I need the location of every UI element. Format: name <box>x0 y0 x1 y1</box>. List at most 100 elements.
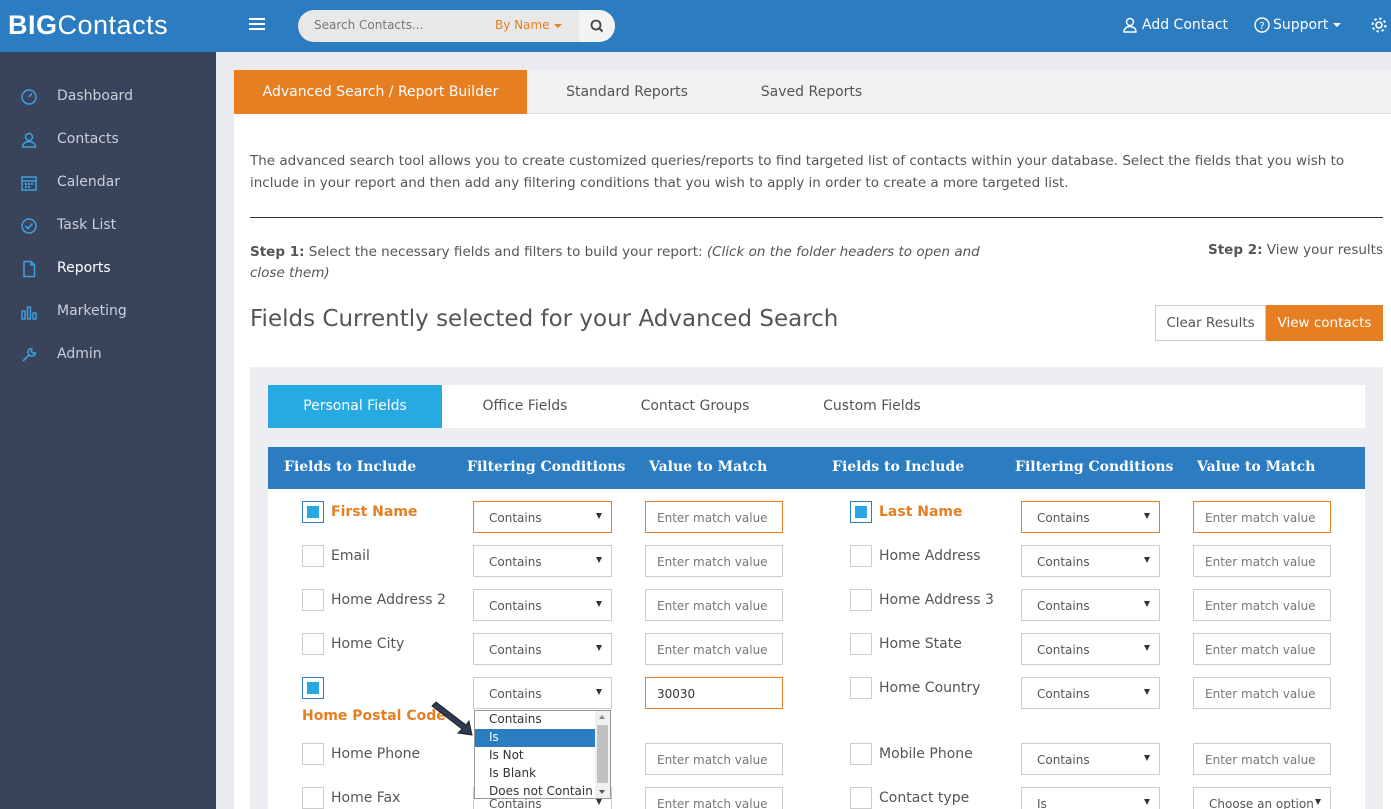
scroll-thumb[interactable] <box>597 725 608 783</box>
add-contact-link[interactable]: Add Contact <box>1123 17 1228 33</box>
sidebar-item-reports[interactable]: Reports <box>0 249 216 289</box>
condition-select[interactable]: Contains <box>1021 633 1160 665</box>
view-contacts-button[interactable]: View contacts <box>1266 305 1383 341</box>
calendar-icon <box>21 176 37 191</box>
sidebar-item-calendar[interactable]: Calendar <box>0 163 216 203</box>
dropdown-option[interactable]: Is Not <box>475 747 597 765</box>
check-circle-icon <box>21 218 37 234</box>
column-header: Fields to Include <box>832 459 965 475</box>
condition-select[interactable]: Contains <box>473 677 612 709</box>
clear-results-button[interactable]: Clear Results <box>1155 305 1266 341</box>
checkbox-email[interactable] <box>302 545 324 567</box>
sidebar-item-admin[interactable]: Admin <box>0 335 216 375</box>
column-header: Value to Match <box>649 459 768 475</box>
dropdown-arrow-icon <box>1144 557 1150 563</box>
match-value-input[interactable]: Enter match value <box>645 545 783 577</box>
match-value-input[interactable]: Enter match value <box>1193 545 1331 577</box>
sidebar-item-dashboard[interactable]: Dashboard <box>0 77 216 117</box>
dropdown-arrow-icon <box>1315 799 1321 805</box>
checkbox-home-city[interactable] <box>302 633 324 655</box>
match-value-input[interactable]: Enter match value <box>1193 633 1331 665</box>
dropdown-arrow-icon <box>596 557 602 563</box>
tab-office-fields[interactable]: Office Fields <box>462 385 588 428</box>
match-value-input[interactable]: Enter match value <box>1193 677 1331 709</box>
checkbox-home-phone[interactable] <box>302 743 324 765</box>
column-header: Fields to Include <box>284 459 417 475</box>
user-plus-icon <box>1123 17 1137 33</box>
tab-saved-reports[interactable]: Saved Reports <box>728 70 895 114</box>
condition-dropdown-list: Contains Is Is Not Is Blank Does not Con… <box>474 710 611 799</box>
search-input[interactable]: Search Contacts... <box>314 18 423 32</box>
match-value-input[interactable]: Enter match value <box>645 501 783 533</box>
bar-chart-icon <box>21 306 37 320</box>
field-label: Home City <box>331 636 405 652</box>
tab-advanced-search[interactable]: Advanced Search / Report Builder <box>234 70 527 114</box>
checkbox-last-name[interactable] <box>850 501 872 523</box>
match-value-input[interactable]: Enter match value <box>645 743 783 775</box>
value-select[interactable]: Choose an option <box>1193 787 1331 809</box>
field-label: Last Name <box>879 504 963 520</box>
condition-select[interactable]: Contains <box>1021 589 1160 621</box>
dropdown-arrow-icon <box>596 645 602 651</box>
sidebar-item-marketing[interactable]: Marketing <box>0 292 216 332</box>
search-button[interactable] <box>579 10 615 42</box>
svg-text:?: ? <box>1259 21 1264 32</box>
field-label: Home Phone <box>331 746 421 762</box>
checkbox-home-postal-code[interactable] <box>302 677 324 699</box>
match-value-input[interactable]: Enter match value <box>1193 743 1331 775</box>
scroll-down-arrow-icon[interactable] <box>599 790 605 794</box>
dropdown-arrow-icon <box>596 513 602 519</box>
condition-select[interactable]: Contains <box>473 501 612 533</box>
divider <box>250 217 1383 218</box>
scroll-up-arrow-icon[interactable] <box>599 715 605 719</box>
search-box: Search Contacts... By Name <box>298 10 615 42</box>
match-value-input[interactable]: 30030 <box>645 677 783 709</box>
dropdown-option[interactable]: Does not Contain <box>475 783 597 801</box>
dropdown-scrollbar[interactable] <box>595 711 610 798</box>
condition-select[interactable]: Contains <box>1021 501 1160 533</box>
sidebar-item-contacts[interactable]: Contacts <box>0 120 216 160</box>
match-value-input[interactable]: Enter match value <box>645 633 783 665</box>
match-value-input[interactable]: Enter match value <box>645 589 783 621</box>
tab-personal-fields[interactable]: Personal Fields <box>268 385 442 428</box>
checkbox-mobile-phone[interactable] <box>850 743 872 765</box>
checkbox-first-name[interactable] <box>302 501 324 523</box>
tab-contact-groups[interactable]: Contact Groups <box>626 385 764 428</box>
sidebar-item-task-list[interactable]: Task List <box>0 206 216 246</box>
field-label: First Name <box>331 504 418 520</box>
checkbox-home-state[interactable] <box>850 633 872 655</box>
dropdown-option[interactable]: Contains <box>475 711 597 729</box>
checkbox-home-address-3[interactable] <box>850 589 872 611</box>
condition-select[interactable]: Is <box>1021 787 1160 809</box>
match-value-input[interactable]: Enter match value <box>645 787 783 809</box>
condition-select[interactable]: Contains <box>1021 677 1160 709</box>
checkbox-home-country[interactable] <box>850 677 872 699</box>
field-label: Home Fax <box>331 790 401 806</box>
settings-gear-icon[interactable] <box>1370 16 1388 38</box>
checkbox-home-address-2[interactable] <box>302 589 324 611</box>
support-menu[interactable]: ? Support <box>1254 17 1342 33</box>
search-by-dropdown[interactable]: By Name <box>495 18 562 32</box>
checkbox-home-address[interactable] <box>850 545 872 567</box>
field-label: Home Postal Code <box>302 708 446 724</box>
condition-select[interactable]: Contains <box>473 633 612 665</box>
condition-select[interactable]: Contains <box>1021 545 1160 577</box>
dropdown-option[interactable]: Is Blank <box>475 765 597 783</box>
tab-custom-fields[interactable]: Custom Fields <box>808 385 936 428</box>
match-value-input[interactable]: Enter match value <box>1193 589 1331 621</box>
top-bar: BIGContacts Search Contacts... By Name A… <box>0 0 1391 52</box>
tab-standard-reports[interactable]: Standard Reports <box>542 70 712 114</box>
dropdown-option-highlighted[interactable]: Is <box>475 729 597 747</box>
match-value-input[interactable]: Enter match value <box>1193 501 1331 533</box>
condition-select[interactable]: Contains <box>1021 743 1160 775</box>
condition-select[interactable]: Contains <box>473 545 612 577</box>
app-logo[interactable]: BIGContacts <box>8 10 168 41</box>
dropdown-arrow-icon <box>1144 799 1150 805</box>
step-1-instructions: Step 1: Select the necessary fields and … <box>250 244 980 281</box>
condition-select[interactable]: Contains <box>473 589 612 621</box>
menu-toggle-icon[interactable] <box>249 18 265 32</box>
checkbox-home-fax[interactable] <box>302 787 324 809</box>
field-label: Email <box>331 548 370 564</box>
field-label: Home State <box>879 636 962 652</box>
checkbox-contact-type[interactable] <box>850 787 872 809</box>
